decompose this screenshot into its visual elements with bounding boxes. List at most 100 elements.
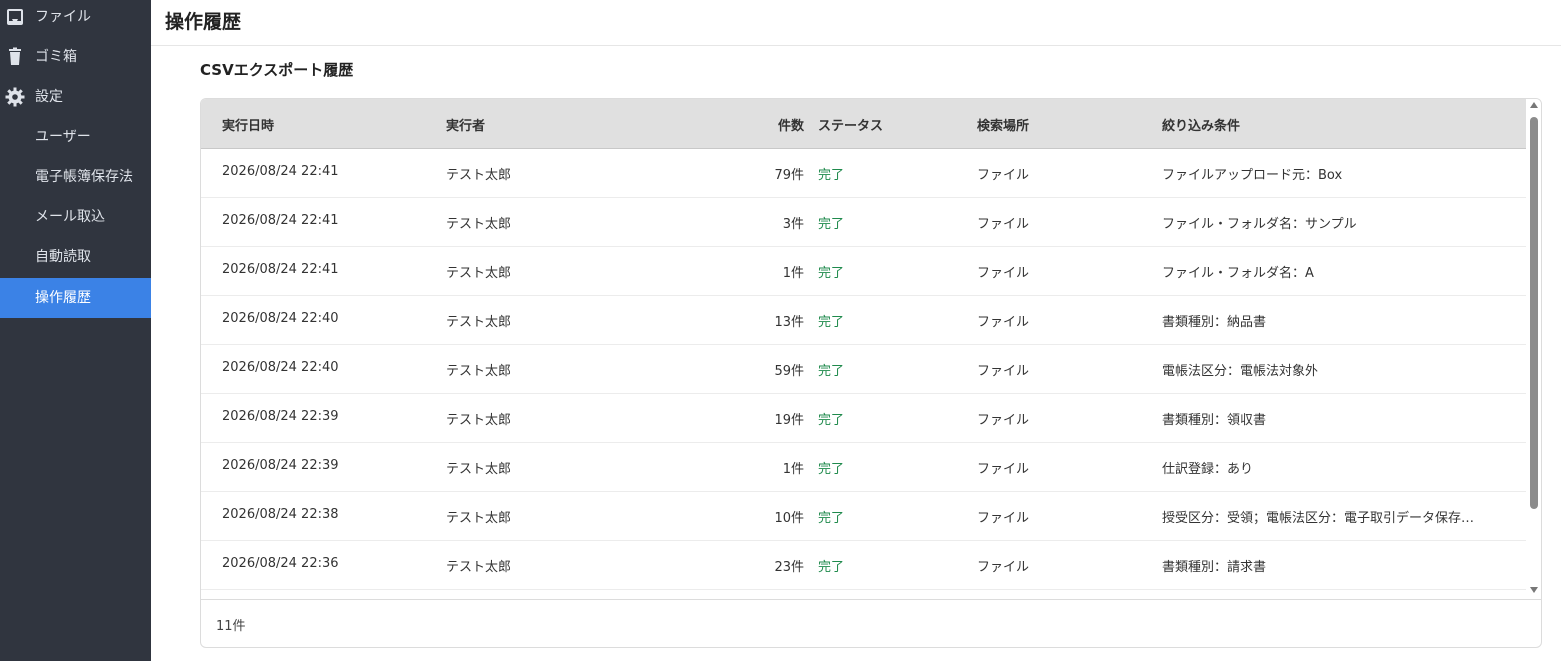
- table-scrollbar[interactable]: [1527, 99, 1541, 599]
- column-header-status[interactable]: ステータス: [818, 115, 883, 134]
- table-body: 2026/08/24 22:41 テスト太郎 79件 完了 ファイル ファイルア…: [201, 149, 1526, 598]
- cell-user: テスト太郎: [446, 560, 512, 575]
- cell-count: 79件: [774, 168, 804, 183]
- sidebar-item-label: 電子帳簿保存法: [35, 169, 133, 185]
- sidebar: ファイル ゴミ箱 設定 ユーザー 電子帳簿保存法 メール取込 自動読取 操作履歴: [0, 0, 151, 661]
- table-footer: 11件: [201, 599, 1541, 647]
- cell-date: 2026/08/24 22:40: [222, 311, 339, 326]
- cell-count: 23件: [774, 560, 804, 575]
- column-header-condition[interactable]: 絞り込み条件: [1162, 115, 1240, 134]
- cell-date: 2026/08/24 22:38: [222, 507, 339, 522]
- cell-user: テスト太郎: [446, 266, 512, 281]
- cell-condition: 書類種別：納品書: [1162, 315, 1267, 330]
- cell-user: テスト太郎: [446, 217, 512, 232]
- cell-condition: 授受区分：受領；電帳法区分：電子取引データ保存…: [1162, 511, 1475, 526]
- sidebar-item-mail-import[interactable]: メール取込: [0, 197, 151, 237]
- cell-condition: 書類種別：領収書: [1162, 413, 1267, 428]
- cell-status: 完了: [818, 364, 845, 379]
- table-row[interactable]: 2026/08/24 22:40 テスト太郎 13件 完了 ファイル 書類種別：…: [201, 296, 1526, 345]
- sidebar-item-label: ファイル: [35, 9, 91, 25]
- cell-date: 2026/08/24 22:41: [222, 262, 339, 277]
- cell-count: 3件: [782, 217, 804, 232]
- cell-location: ファイル: [977, 266, 1030, 281]
- table-header: 実行日時 実行者 件数 ステータス 検索場所 絞り込み条件: [201, 99, 1526, 149]
- sidebar-item-operation-history[interactable]: 操作履歴: [0, 278, 151, 318]
- page-title: 操作履歴: [165, 11, 242, 33]
- table-row[interactable]: 2026/08/24 22:41 テスト太郎 3件 完了 ファイル ファイル・フ…: [201, 198, 1526, 247]
- sidebar-item-auto-read[interactable]: 自動読取: [0, 237, 151, 277]
- table-row[interactable]: 2026/08/24 22:38 テスト太郎 10件 完了 ファイル 授受区分：…: [201, 492, 1526, 541]
- cell-date: 2026/08/24 22:40: [222, 360, 339, 375]
- cell-user: テスト太郎: [446, 511, 512, 526]
- sidebar-item-label: 自動読取: [35, 249, 91, 265]
- sidebar-item-users[interactable]: ユーザー: [0, 117, 151, 157]
- cell-condition: ファイル・フォルダ名：サンプル: [1162, 217, 1357, 232]
- cell-condition: ファイルアップロード元：Box: [1162, 168, 1343, 183]
- table-row[interactable]: 2026/08/24 22:40 テスト太郎 59件 完了 ファイル 電帳法区分…: [201, 345, 1526, 394]
- section-title: CSVエクスポート履歴: [200, 61, 354, 79]
- cell-status: 完了: [818, 315, 845, 330]
- scroll-down-arrow-icon[interactable]: [1530, 587, 1538, 593]
- sidebar-item-label: 操作履歴: [35, 290, 91, 306]
- export-history-table: 実行日時 実行者 件数 ステータス 検索場所 絞り込み条件 2026/08/24…: [200, 98, 1542, 648]
- cell-count: 10件: [774, 511, 804, 526]
- cell-date: 2026/08/24 22:41: [222, 213, 339, 228]
- cell-status: 完了: [818, 266, 845, 281]
- table-row[interactable]: 2026/08/24 22:36 テスト太郎 23件 完了 ファイル 書類種別：…: [201, 541, 1526, 590]
- cell-location: ファイル: [977, 462, 1030, 477]
- sidebar-item-settings[interactable]: 設定: [0, 77, 151, 117]
- cell-status: 完了: [818, 217, 845, 232]
- cell-location: ファイル: [977, 511, 1030, 526]
- sidebar-item-label: ゴミ箱: [35, 49, 77, 65]
- inbox-icon: [5, 7, 25, 27]
- cell-status: 完了: [818, 462, 845, 477]
- cell-location: ファイル: [977, 560, 1030, 575]
- table-row[interactable]: 2026/08/24 22:39 テスト太郎 1件 完了 ファイル 仕訳登録：あ…: [201, 443, 1526, 492]
- column-header-date[interactable]: 実行日時: [222, 115, 274, 134]
- page-header: 操作履歴: [151, 0, 1561, 46]
- cell-user: テスト太郎: [446, 462, 512, 477]
- cell-date: 2026/08/24 22:39: [222, 458, 339, 473]
- column-header-location[interactable]: 検索場所: [977, 115, 1029, 134]
- cell-user: テスト太郎: [446, 315, 512, 330]
- cell-user: テスト太郎: [446, 364, 512, 379]
- cell-location: ファイル: [977, 315, 1030, 330]
- cell-condition: 電帳法区分：電帳法対象外: [1162, 364, 1319, 379]
- column-header-count[interactable]: 件数: [778, 115, 804, 134]
- cell-count: 1件: [782, 462, 804, 477]
- cell-location: ファイル: [977, 168, 1030, 183]
- trash-icon: [5, 47, 25, 67]
- sidebar-item-label: ユーザー: [35, 129, 91, 145]
- scroll-up-arrow-icon[interactable]: [1530, 102, 1538, 108]
- cell-status: 完了: [818, 560, 845, 575]
- table-row[interactable]: 2026/08/24 22:39 テスト太郎 19件 完了 ファイル 書類種別：…: [201, 394, 1526, 443]
- cell-count: 1件: [782, 266, 804, 281]
- sidebar-item-label: メール取込: [35, 209, 105, 225]
- column-header-user[interactable]: 実行者: [446, 115, 485, 134]
- scroll-thumb[interactable]: [1530, 117, 1538, 509]
- cell-user: テスト太郎: [446, 168, 512, 183]
- cell-date: 2026/08/24 22:39: [222, 409, 339, 424]
- sidebar-item-label: 設定: [35, 89, 63, 105]
- cell-status: 完了: [818, 413, 845, 428]
- cell-count: 59件: [774, 364, 804, 379]
- cell-count: 13件: [774, 315, 804, 330]
- cell-condition: ファイル・フォルダ名：A: [1162, 266, 1314, 281]
- cell-location: ファイル: [977, 217, 1030, 232]
- cell-date: 2026/08/24 22:36: [222, 556, 339, 571]
- cell-location: ファイル: [977, 364, 1030, 379]
- cell-count: 19件: [774, 413, 804, 428]
- total-count: 11件: [216, 619, 246, 634]
- sidebar-item-files[interactable]: ファイル: [0, 0, 151, 37]
- table-row[interactable]: 2026/08/24 22:41 テスト太郎 1件 完了 ファイル ファイル・フ…: [201, 247, 1526, 296]
- sidebar-item-e-book-law[interactable]: 電子帳簿保存法: [0, 157, 151, 197]
- cell-user: テスト太郎: [446, 413, 512, 428]
- cell-condition: 書類種別：請求書: [1162, 560, 1267, 575]
- cell-condition: 仕訳登録：あり: [1162, 462, 1254, 477]
- table-row[interactable]: 2026/08/24 22:41 テスト太郎 79件 完了 ファイル ファイルア…: [201, 149, 1526, 198]
- cell-status: 完了: [818, 511, 845, 526]
- cell-date: 2026/08/24 22:41: [222, 164, 339, 179]
- gear-icon: [5, 87, 25, 107]
- cell-location: ファイル: [977, 413, 1030, 428]
- sidebar-item-trash[interactable]: ゴミ箱: [0, 37, 151, 77]
